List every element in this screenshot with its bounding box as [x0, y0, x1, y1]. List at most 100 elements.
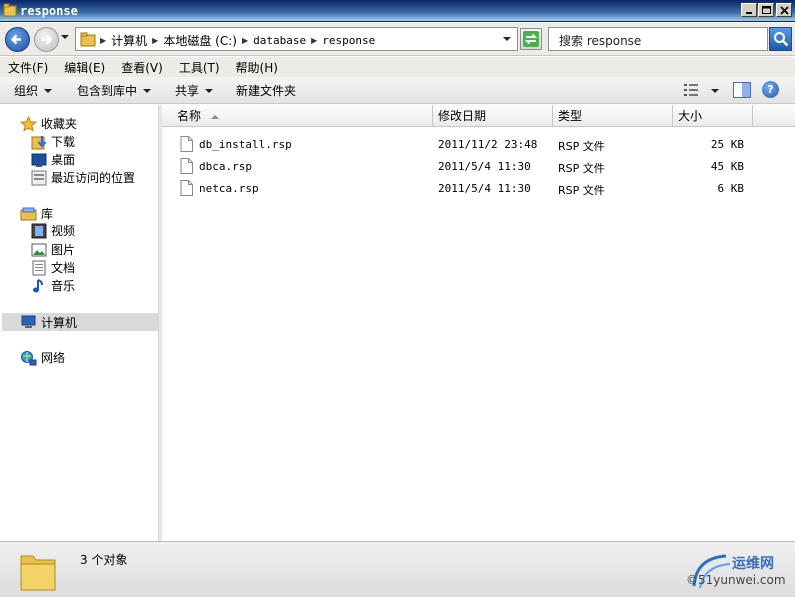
nav-pictures[interactable]: 图片 — [31, 241, 75, 258]
organize-label: 组织 — [14, 84, 39, 98]
table-row[interactable]: netca.rsp 2011/5/4 11:30 RSP 文件 6 KB — [162, 179, 795, 199]
maximize-button[interactable] — [758, 3, 774, 17]
organize-button[interactable]: 组织 — [14, 82, 53, 99]
arrow-left-icon — [10, 34, 21, 45]
nav-desktop-label: 桌面 — [51, 153, 76, 167]
share-button[interactable]: 共享 — [175, 82, 214, 99]
chevron-down-icon — [44, 88, 53, 93]
back-button[interactable] — [5, 27, 30, 52]
column-header-name[interactable]: 名称 — [162, 105, 433, 127]
nav-libraries[interactable]: 库 — [20, 205, 53, 222]
file-icon — [180, 158, 193, 174]
menu-edit[interactable]: 编辑(E) — [64, 59, 105, 76]
arrow-right-icon — [42, 34, 53, 45]
chevron-right-icon[interactable]: ▶ — [100, 36, 106, 45]
search-input[interactable]: 搜索 response — [548, 27, 768, 51]
close-button[interactable] — [776, 3, 792, 17]
address-dropdown-button[interactable] — [503, 37, 511, 41]
file-list: 名称 修改日期 类型 大小 db_install.rsp 2011/11/2 2… — [162, 105, 795, 541]
menu-file[interactable]: 文件(F) — [8, 59, 48, 76]
nav-libraries-label: 库 — [41, 207, 54, 221]
view-options-dropdown[interactable] — [711, 89, 719, 93]
preview-pane-icon[interactable] — [733, 82, 751, 98]
watermark-logo: 运维网 ©51yunwei.com — [686, 550, 792, 594]
maximize-icon — [762, 6, 771, 14]
close-icon — [780, 6, 789, 15]
computer-icon — [21, 315, 36, 328]
table-row[interactable]: dbca.rsp 2011/5/4 11:30 RSP 文件 45 KB — [162, 157, 795, 177]
item-count: 3 个对象 — [80, 553, 128, 567]
breadcrumb-response[interactable]: response — [322, 34, 375, 47]
download-folder-icon — [31, 135, 47, 149]
library-icon — [20, 207, 37, 220]
nav-documents-label: 文档 — [51, 261, 76, 275]
picture-icon — [31, 243, 47, 256]
refresh-button[interactable] — [520, 28, 542, 50]
music-icon — [33, 278, 43, 292]
forward-button[interactable] — [34, 27, 59, 52]
file-size: 45 KB — [710, 160, 744, 173]
nav-network[interactable]: 网络 — [20, 349, 65, 366]
file-name: db_install.rsp — [199, 138, 292, 151]
search-button[interactable] — [769, 27, 792, 51]
nav-desktop[interactable]: 桌面 — [31, 151, 75, 168]
title-bar[interactable]: response — [0, 0, 795, 22]
column-name-label: 名称 — [177, 109, 202, 123]
search-placeholder: 搜索 response — [559, 34, 642, 48]
include-in-library-button[interactable]: 包含到库中 — [77, 82, 152, 99]
menu-tools[interactable]: 工具(T) — [179, 59, 220, 76]
column-header-modified[interactable]: 修改日期 — [433, 105, 553, 127]
nav-recent-places[interactable]: 最近访问的位置 — [31, 169, 135, 186]
menu-help[interactable]: 帮助(H) — [236, 59, 278, 76]
nav-downloads[interactable]: 下载 — [31, 133, 75, 150]
breadcrumb: ▶ 计算机 ▶ 本地磁盘 (C:) ▶ database ▶ response — [100, 32, 375, 49]
logo-swoosh-icon — [692, 554, 731, 589]
help-icon[interactable]: ? — [762, 81, 779, 98]
new-folder-button[interactable]: 新建文件夹 — [236, 82, 296, 99]
file-size: 25 KB — [710, 138, 744, 151]
file-modified: 2011/5/4 11:30 — [438, 160, 531, 173]
minimize-button[interactable] — [741, 3, 757, 17]
file-icon — [180, 136, 193, 152]
menu-view[interactable]: 查看(V) — [121, 59, 163, 76]
nav-downloads-label: 下载 — [51, 135, 76, 149]
star-icon — [20, 115, 37, 132]
address-bar[interactable]: ▶ 计算机 ▶ 本地磁盘 (C:) ▶ database ▶ response — [75, 27, 518, 51]
table-row[interactable]: db_install.rsp 2011/11/2 23:48 RSP 文件 25… — [162, 135, 795, 155]
sort-ascending-icon — [210, 114, 219, 119]
folder-icon — [20, 555, 56, 591]
file-size: 6 KB — [717, 182, 745, 195]
recent-pages-button[interactable] — [61, 35, 69, 39]
refresh-icon — [523, 31, 539, 47]
chevron-right-icon[interactable]: ▶ — [311, 36, 317, 45]
file-icon — [180, 180, 193, 196]
minimize-icon — [746, 12, 752, 14]
new-folder-label: 新建文件夹 — [236, 84, 297, 98]
column-header-type[interactable]: 类型 — [553, 105, 673, 127]
file-name: dbca.rsp — [199, 160, 252, 173]
recent-places-icon — [31, 170, 47, 185]
nav-videos[interactable]: 视频 — [31, 222, 75, 239]
column-header-row: 名称 修改日期 类型 大小 — [162, 105, 795, 127]
file-modified: 2011/5/4 11:30 — [438, 182, 531, 195]
share-label: 共享 — [175, 84, 200, 98]
search-icon — [774, 32, 789, 47]
nav-favorites[interactable]: 收藏夹 — [20, 115, 77, 132]
nav-documents[interactable]: 文档 — [31, 259, 75, 276]
chevron-right-icon[interactable]: ▶ — [242, 36, 248, 45]
watermark-brand: 运维网 — [732, 556, 774, 572]
breadcrumb-local-disk[interactable]: 本地磁盘 (C:) — [163, 32, 237, 49]
chevron-right-icon[interactable]: ▶ — [152, 36, 158, 45]
view-options-icon[interactable] — [683, 83, 699, 97]
file-type: RSP 文件 — [558, 140, 605, 153]
desktop-icon — [31, 153, 47, 167]
menu-bar: 文件(F) 编辑(E) 查看(V) 工具(T) 帮助(H) — [0, 57, 795, 77]
document-icon — [32, 260, 46, 275]
column-header-size[interactable]: 大小 — [673, 105, 753, 127]
file-type: RSP 文件 — [558, 184, 605, 197]
file-type: RSP 文件 — [558, 162, 605, 175]
breadcrumb-computer[interactable]: 计算机 — [111, 32, 147, 49]
breadcrumb-database[interactable]: database — [253, 34, 306, 47]
nav-computer[interactable]: 计算机 — [2, 313, 158, 331]
nav-music[interactable]: 音乐 — [31, 277, 75, 294]
